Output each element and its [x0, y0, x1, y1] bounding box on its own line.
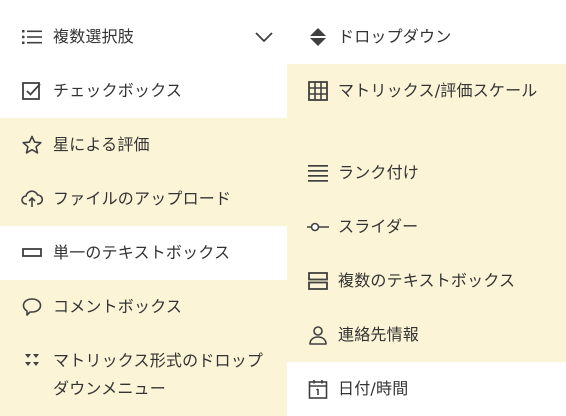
star-icon — [21, 134, 43, 156]
top-strip — [0, 0, 566, 10]
option-label: 連絡先情報 — [338, 325, 420, 344]
checkbox-icon — [21, 80, 43, 102]
option-label: マトリックス形式のドロップダウンメニュー — [53, 351, 264, 398]
option-label: スライダー — [338, 217, 419, 236]
option-matrix-dropdown[interactable]: マトリックス形式のドロップダウンメニュー — [0, 334, 287, 416]
list-icon — [21, 26, 43, 48]
contact-icon — [307, 324, 329, 346]
option-label: 日付/時間 — [338, 379, 409, 398]
option-label: 単一のテキストボックス — [53, 243, 231, 262]
multiple-textbox-icon — [307, 270, 329, 292]
option-label: 複数のテキストボックス — [338, 271, 516, 290]
option-label: コメントボックス — [53, 297, 183, 316]
calendar-icon — [307, 378, 329, 400]
option-label: ランク付け — [338, 163, 420, 182]
option-file-upload[interactable]: ファイルのアップロード — [0, 172, 287, 226]
option-label: マトリックス/評価スケール — [338, 81, 538, 100]
option-label: 星による評価 — [53, 135, 150, 154]
cloud-upload-icon — [21, 188, 43, 210]
option-multiple-choice[interactable]: 複数選択肢 — [0, 10, 287, 64]
option-single-textbox[interactable]: 単一のテキストボックス — [0, 226, 287, 280]
matrix-grid-icon — [307, 80, 329, 102]
checkmark-icon — [254, 27, 274, 47]
ranking-icon — [307, 162, 329, 184]
option-label: ファイルのアップロード — [53, 189, 232, 208]
option-checkbox[interactable]: チェックボックス — [0, 64, 287, 118]
option-label: チェックボックス — [53, 81, 183, 100]
slider-icon — [307, 216, 329, 238]
option-label: ドロップダウン — [338, 27, 452, 46]
single-textbox-icon — [21, 242, 43, 264]
option-date-time[interactable]: 日付/時間 — [287, 362, 566, 416]
option-slider[interactable]: スライダー — [287, 200, 566, 254]
option-matrix-rating-scale[interactable]: マトリックス/評価スケール — [287, 64, 566, 146]
option-star-rating[interactable]: 星による評価 — [0, 118, 287, 172]
option-multiple-textboxes[interactable]: 複数のテキストボックス — [287, 254, 566, 308]
option-contact-info[interactable]: 連絡先情報 — [287, 308, 566, 362]
dropdown-icon — [307, 26, 329, 48]
option-label: 複数選択肢 — [53, 27, 135, 46]
comment-icon — [21, 296, 43, 318]
option-comment-box[interactable]: コメントボックス — [0, 280, 287, 334]
matrix-dropdown-icon — [21, 350, 43, 372]
option-dropdown[interactable]: ドロップダウン — [287, 10, 566, 64]
option-ranking[interactable]: ランク付け — [287, 146, 566, 200]
